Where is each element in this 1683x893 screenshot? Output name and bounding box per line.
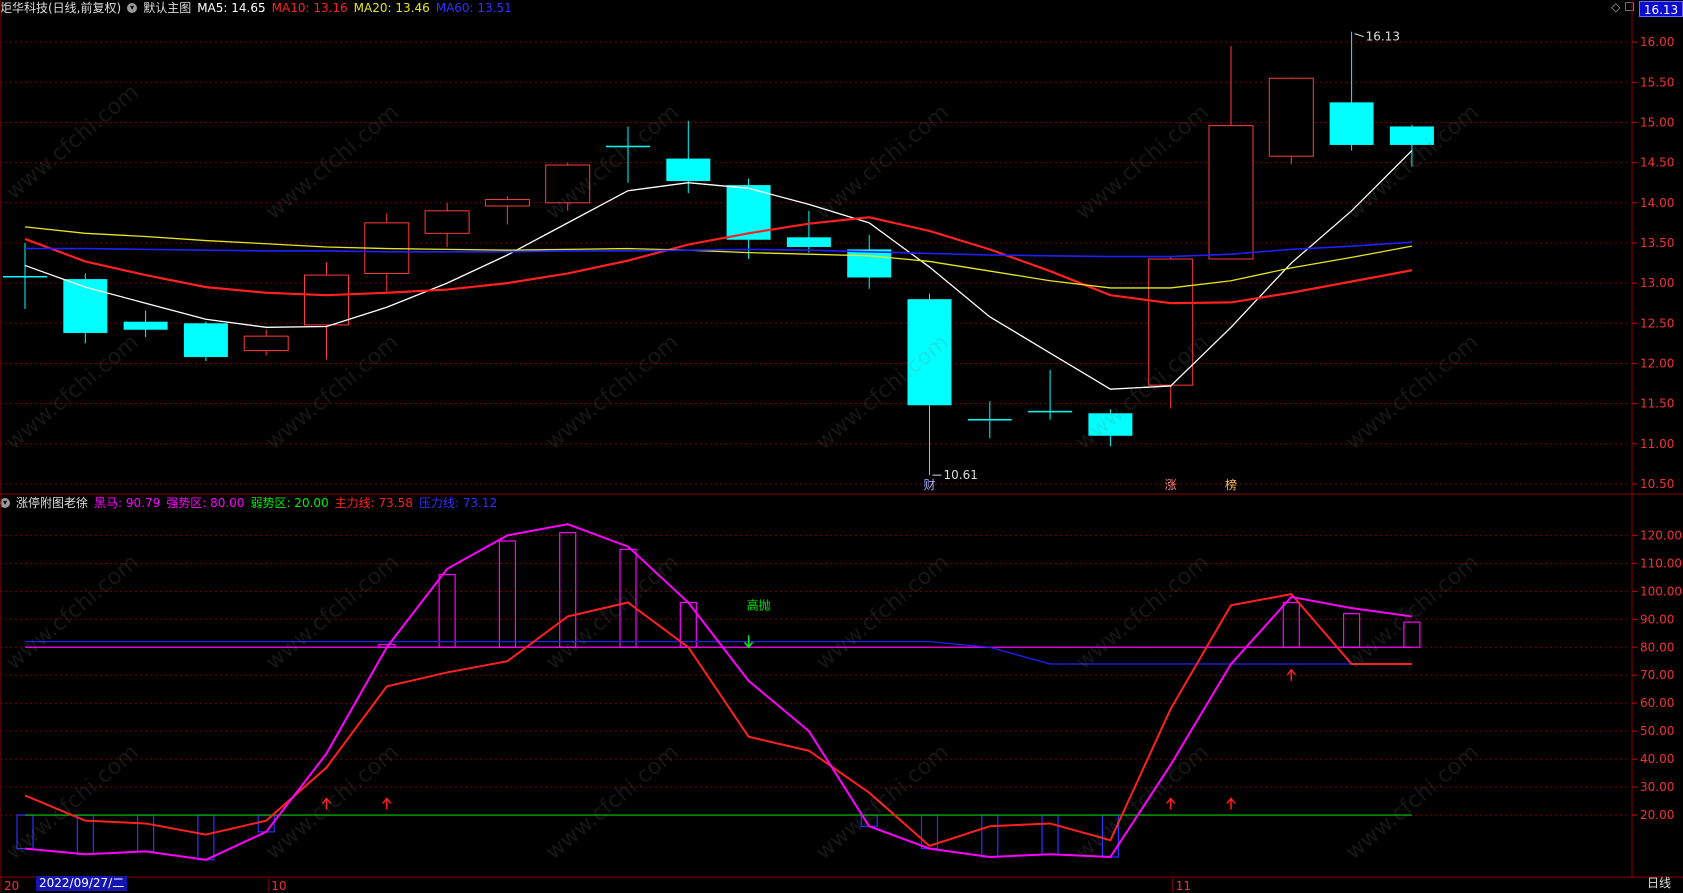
- ind-y-tick-label: 120.00: [1640, 528, 1682, 542]
- candle-body: [1389, 126, 1434, 145]
- candle-body: [484, 199, 530, 207]
- candle-body: [786, 237, 831, 247]
- ind-y-tick-label: 50.00: [1640, 724, 1674, 738]
- indicator-column: [438, 573, 456, 648]
- y-tick-label: 14.00: [1640, 196, 1674, 210]
- indicator-column: [981, 814, 999, 858]
- date-label: 10: [271, 879, 286, 893]
- indicator-chart[interactable]: 20.00 30.00 40.00 50.00 60.00 70.00 80.00 90.00…: [0, 495, 1683, 878]
- candle-body: [183, 323, 228, 358]
- y-tick-label: 15.50: [1640, 75, 1674, 89]
- ind-y-tick-label: 30.00: [1640, 780, 1674, 794]
- sell-label: 高抛: [747, 597, 771, 612]
- candle-body: [1148, 258, 1194, 386]
- y-tick-label: 13.50: [1640, 236, 1674, 250]
- ind-y-tick-label: 100.00: [1640, 584, 1682, 598]
- event-marker: 榜: [1225, 477, 1237, 492]
- indicator-column: [1403, 621, 1421, 648]
- y-tick-label: 13.00: [1640, 276, 1674, 290]
- ind-y-tick-label: 60.00: [1640, 696, 1674, 710]
- y-tick-label: 10.50: [1640, 477, 1674, 491]
- y-tick-label: 11.50: [1640, 397, 1674, 411]
- indicator-column: [1342, 613, 1361, 648]
- event-marker: 涨: [1165, 477, 1177, 492]
- y-tick-label: 15.00: [1640, 115, 1674, 129]
- candle-body: [666, 158, 711, 182]
- date-label: 11: [1176, 879, 1191, 893]
- y-tick-label: 16.00: [1640, 35, 1674, 49]
- indicator-column: [498, 540, 516, 648]
- low-label: 10.61: [944, 468, 978, 482]
- indicator-column: [559, 531, 577, 648]
- candle-body: [424, 210, 470, 234]
- y-tick-label: 11.00: [1640, 437, 1674, 451]
- candle-body: [1088, 413, 1133, 436]
- axis-bg: [0, 878, 1683, 893]
- candle-body: [1329, 102, 1374, 145]
- y-tick-label: 14.50: [1640, 156, 1674, 170]
- date-label: 20: [4, 879, 19, 893]
- ind-y-tick-label: 80.00: [1640, 640, 1674, 654]
- ind-y-tick-label: 110.00: [1640, 556, 1682, 570]
- series-zhuli: [24, 593, 1412, 847]
- buy-arrow: [321, 797, 332, 810]
- buy-arrow: [1166, 797, 1176, 810]
- ind-y-tick-label: 90.00: [1640, 612, 1674, 626]
- indicator-column: [16, 814, 34, 850]
- candle-body: [1208, 125, 1254, 260]
- indicator-column: [137, 814, 155, 853]
- ind-y-tick-label: 40.00: [1640, 752, 1674, 766]
- ind-y-tick-label: 70.00: [1640, 668, 1674, 682]
- candle-body: [907, 299, 952, 406]
- candle-body: [1268, 77, 1314, 157]
- ind-y-tick-label: 20.00: [1640, 808, 1674, 822]
- indicator-column: [197, 814, 215, 861]
- buy-arrow: [1226, 797, 1236, 810]
- indicator-column: [1101, 814, 1120, 858]
- event-marker: 财: [923, 478, 935, 492]
- candle-body: [243, 335, 289, 352]
- candle-body: [847, 249, 892, 278]
- candle-body: [304, 274, 349, 326]
- cursor-date: 2022/09/27/二: [36, 876, 128, 891]
- date-axis: 20 10 11: [0, 878, 1683, 893]
- y-tick-label: 12.50: [1640, 316, 1674, 330]
- series-ma5: [24, 150, 1413, 390]
- indicator-column: [1282, 601, 1300, 648]
- candle-body: [545, 164, 591, 204]
- high-label: 16.13: [1366, 30, 1400, 44]
- indicator-column: [1041, 814, 1059, 855]
- candle-body: [123, 321, 168, 330]
- high-pointer: [1354, 33, 1364, 38]
- period-label[interactable]: 日线: [1647, 874, 1671, 891]
- buy-arrow: [1286, 668, 1296, 681]
- candlestick-chart[interactable]: 10.50 11.00 11.50 12.00 12.50 13.00 13.50 14.00…: [0, 0, 1683, 495]
- series-ma10: [24, 216, 1413, 305]
- y-tick-label: 12.00: [1640, 356, 1674, 370]
- buy-arrow: [382, 797, 392, 810]
- series-ma60: [25, 241, 1412, 258]
- indicator-column: [619, 548, 637, 648]
- series-ma20: [24, 226, 1413, 289]
